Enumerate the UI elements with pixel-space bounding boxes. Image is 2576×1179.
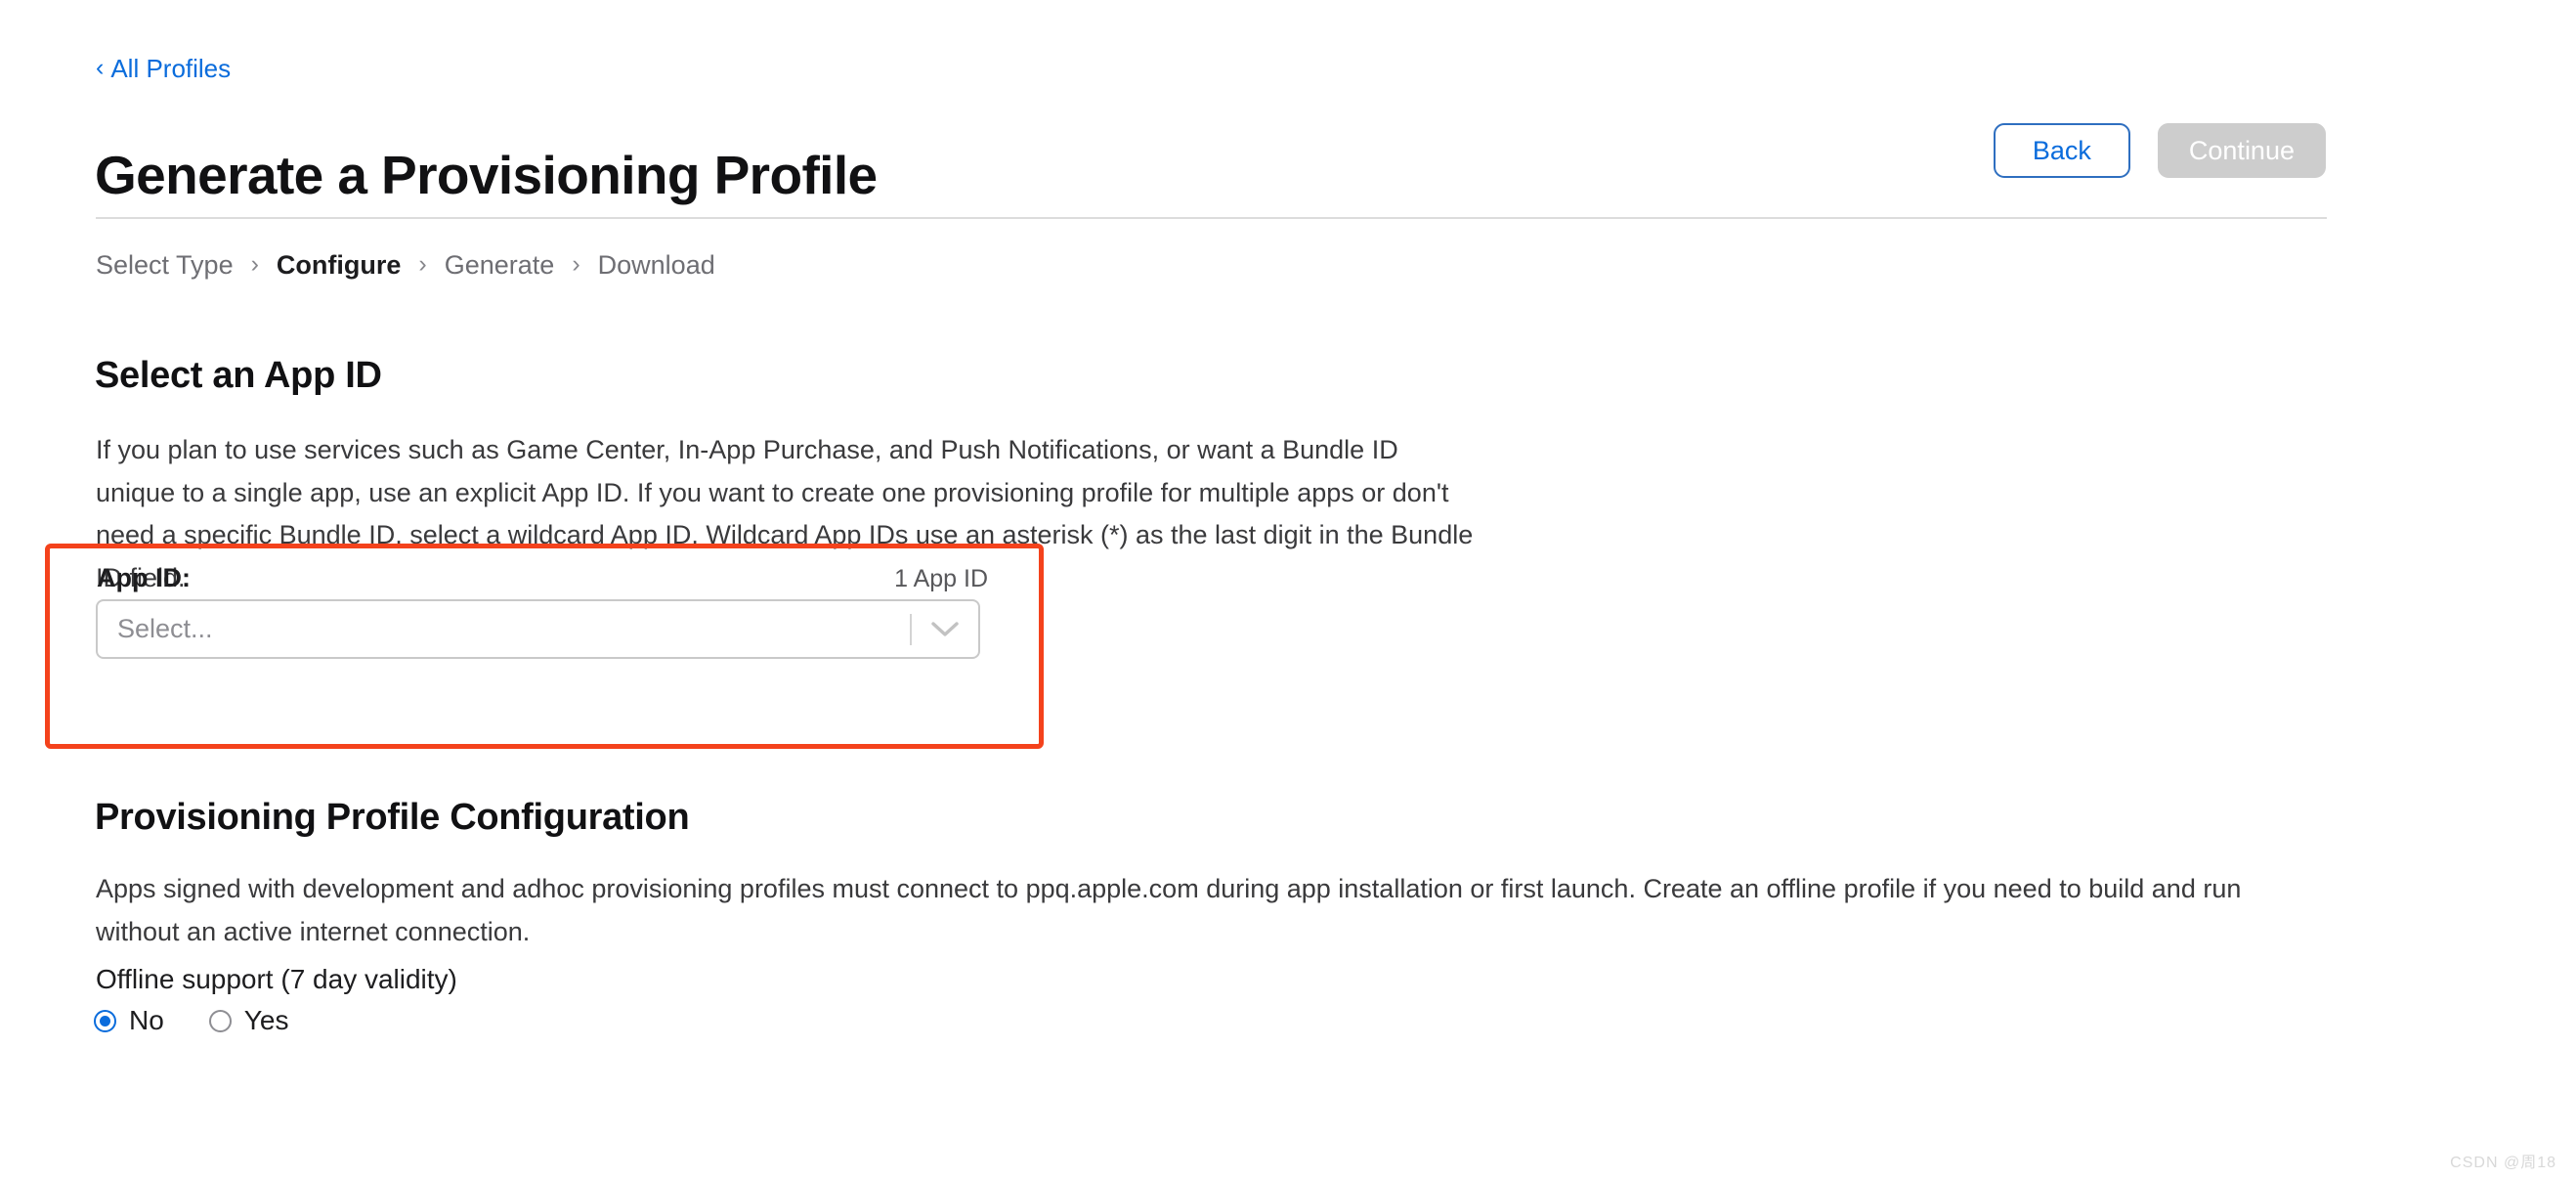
radio-unselected-icon[interactable] — [208, 1009, 232, 1032]
breadcrumb-step-download[interactable]: Download — [598, 252, 715, 279]
chevron-right-icon: › — [418, 250, 427, 278]
chevron-left-icon: ‹ — [96, 53, 105, 81]
configuration-description: Apps signed with development and adhoc p… — [96, 874, 2242, 946]
app-id-field-header: App ID: 1 App ID — [97, 565, 988, 591]
app-id-count: 1 App ID — [894, 565, 988, 592]
radio-selected-icon[interactable] — [94, 1009, 116, 1032]
offline-support-option-yes[interactable]: Yes — [208, 1005, 289, 1035]
page-title: Generate a Provisioning Profile — [95, 144, 878, 205]
breadcrumb: Select Type › Configure › Generate › Dow… — [96, 252, 715, 279]
chevron-right-icon: › — [250, 250, 259, 278]
watermark: CSDN @周18 — [2450, 1155, 2556, 1171]
continue-button[interactable]: Continue — [2157, 123, 2326, 178]
app-id-select-placeholder: Select... — [117, 614, 213, 643]
breadcrumb-step-select-type[interactable]: Select Type — [96, 252, 234, 279]
configuration-heading: Provisioning Profile Configuration — [95, 796, 690, 838]
breadcrumb-step-generate[interactable]: Generate — [445, 252, 555, 279]
all-profiles-back-link-label: All Profiles — [110, 54, 232, 83]
select-app-id-heading: Select an App ID — [95, 354, 382, 396]
offline-support-option-no-label: No — [129, 1005, 164, 1035]
all-profiles-back-link[interactable]: ‹ All Profiles — [96, 53, 232, 83]
provisioning-profile-page: ‹ All Profiles Generate a Provisioning P… — [0, 0, 2576, 1179]
offline-support-option-no[interactable]: No — [94, 1007, 164, 1034]
offline-support-radio-group: No Yes — [94, 1007, 288, 1034]
offline-support-label: Offline support (7 day validity) — [96, 964, 457, 994]
header-divider — [96, 217, 2327, 219]
chevron-down-icon[interactable] — [912, 621, 978, 638]
back-button[interactable]: Back — [1993, 123, 2130, 178]
chevron-right-icon: › — [572, 250, 580, 278]
breadcrumb-step-configure[interactable]: Configure — [277, 252, 402, 279]
offline-support-option-yes-label: Yes — [243, 1005, 289, 1035]
app-id-select[interactable]: Select... — [96, 599, 980, 659]
header-actions: Back Continue — [1993, 123, 2326, 178]
app-id-label: App ID: — [97, 563, 191, 592]
